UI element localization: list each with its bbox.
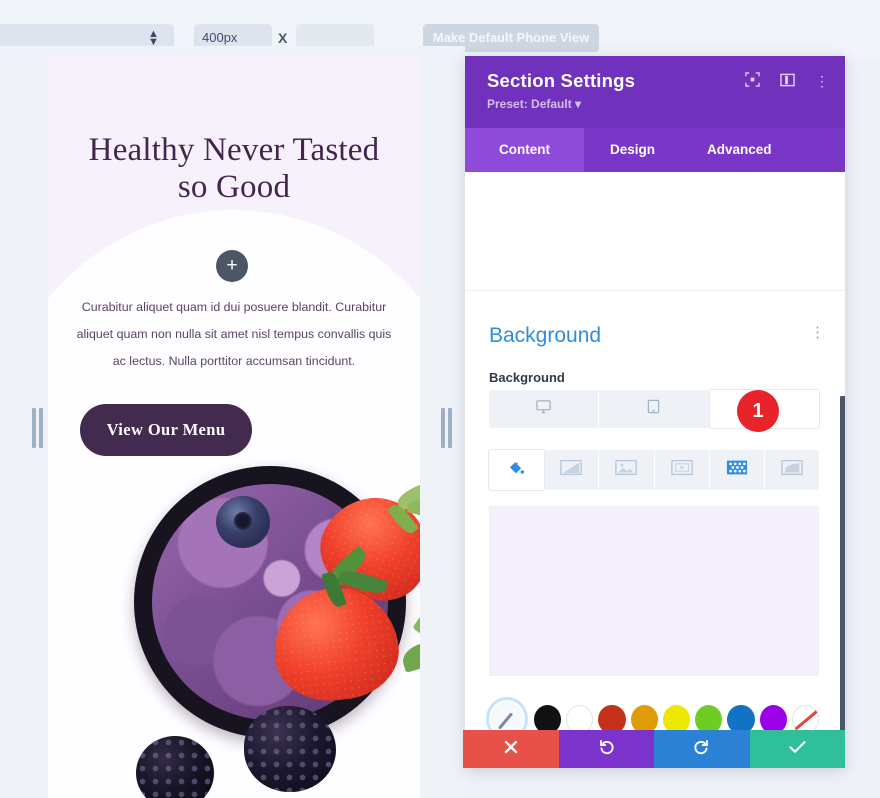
bowl-shape [134, 466, 420, 738]
page-title: Healthy Never Tasted so Good [88, 132, 380, 205]
plus-icon[interactable]: + [216, 250, 248, 282]
mask-icon [781, 459, 803, 481]
tab-advanced[interactable]: Advanced [681, 128, 798, 172]
background-color-preview[interactable] [489, 506, 819, 676]
undo-button[interactable] [558, 730, 654, 768]
bg-type-mask[interactable] [765, 450, 819, 490]
section-settings-panel: Section Settings Preset: Default ▾ ⋮ Con… [465, 56, 845, 768]
bg-type-color[interactable] [489, 450, 545, 490]
blueberry-shape [216, 496, 270, 548]
tab-content[interactable]: Content [465, 128, 584, 172]
chevron-down-icon[interactable]: ▾ [575, 97, 581, 111]
close-icon [504, 740, 518, 759]
preset-label: Preset: Default [487, 97, 572, 111]
tablet-icon [646, 398, 661, 420]
expand-icon[interactable] [745, 72, 760, 91]
mint-leaf-shape [399, 639, 420, 673]
check-icon [789, 740, 806, 759]
kebab-menu-icon[interactable]: ⋮ [815, 74, 829, 88]
resize-handle-right[interactable] [438, 408, 454, 448]
preview-canvas: Healthy Never Tasted so Good + Curabitur… [0, 46, 465, 798]
divider [465, 290, 845, 291]
device-tab-desktop[interactable] [489, 390, 600, 428]
tab-design[interactable]: Design [584, 128, 681, 172]
background-field-label: Background [489, 370, 565, 385]
stepper-updown-icon[interactable]: ▲ ▼ [148, 29, 159, 48]
gradient-icon [560, 459, 582, 481]
panel-body: Background ⋮ Background 1 [465, 172, 845, 768]
resize-handle-left[interactable] [29, 408, 45, 448]
image-icon [615, 459, 638, 481]
panel-scrollbar[interactable] [840, 396, 845, 768]
discard-button[interactable] [463, 730, 559, 768]
redo-icon [693, 738, 710, 760]
device-tab-tablet[interactable] [599, 390, 710, 428]
panel-tabs: Content Design Advanced [465, 128, 845, 172]
bg-type-image[interactable] [599, 450, 655, 490]
paint-bucket-icon [507, 459, 525, 482]
smoothie-bowl-photo [48, 456, 420, 798]
dimension-separator: X [278, 30, 288, 46]
app-root: ▲ ▼ 400px X Make Default Phone View Healt… [0, 0, 880, 798]
undo-icon [598, 738, 615, 760]
bg-type-video[interactable] [655, 450, 710, 490]
preset-selector[interactable]: Preset: Default ▾ [487, 97, 827, 111]
view-our-menu-button[interactable]: View Our Menu [80, 404, 252, 456]
panel-header-icons: ⋮ [745, 72, 829, 91]
redo-button[interactable] [654, 730, 750, 768]
bg-type-gradient[interactable] [544, 450, 600, 490]
pattern-icon [726, 459, 748, 481]
panel-header: Section Settings Preset: Default ▾ ⋮ [465, 56, 845, 128]
phone-preview-frame: Healthy Never Tasted so Good + Curabitur… [48, 58, 420, 798]
panel-action-bar [463, 730, 845, 768]
blackberry-shape [244, 706, 336, 792]
bg-type-pattern[interactable] [710, 450, 765, 490]
background-type-tabs [489, 450, 819, 490]
video-icon [670, 459, 693, 481]
split-view-icon[interactable] [780, 73, 795, 91]
status-badge: 1 [737, 390, 779, 432]
kebab-menu-icon[interactable]: ⋮ [810, 325, 825, 340]
blackberry-shape [136, 736, 214, 798]
save-button[interactable] [749, 730, 845, 768]
desktop-icon [535, 398, 552, 420]
hero-paragraph: Curabitur aliquet quam id dui posuere bl… [76, 300, 392, 368]
background-section-heading: Background [489, 324, 602, 347]
